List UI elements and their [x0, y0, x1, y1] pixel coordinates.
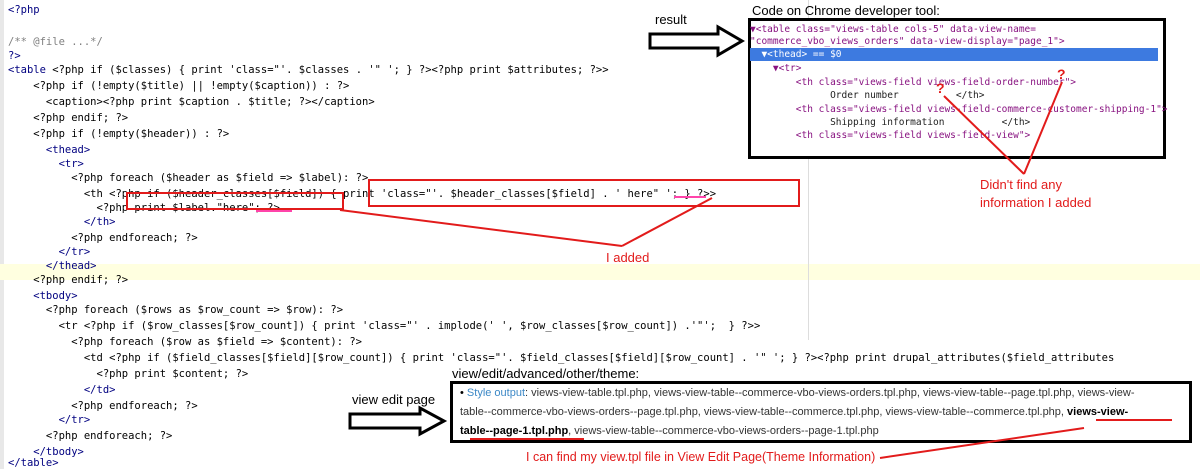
i-added-label: I added: [606, 250, 650, 265]
code-line-18: <?php endif; ?>: [8, 274, 129, 286]
question-mark-2: ?: [936, 80, 945, 96]
view-edit-page-label: view edit page: [352, 392, 436, 407]
code-line-6: <caption><?php print $caption . $title; …: [8, 96, 375, 108]
devtools-line-2: "commerce_vbo_views_orders" data-view-di…: [750, 36, 1065, 47]
devtools-line-3[interactable]: ▼<thead> == $0: [750, 48, 841, 61]
code-line-23: <td <?php if ($field_classes[$field][$ro…: [8, 352, 1115, 364]
devtools-line-7[interactable]: <th class="views-field views-field-comme…: [750, 103, 1168, 116]
code-line-4-tag: <table: [8, 64, 53, 76]
bullet: •: [460, 387, 467, 399]
code-line-1: <?php: [8, 4, 40, 16]
current-line-highlight: [0, 264, 1200, 280]
devtool-title: Code on Chrome developer tool:: [752, 3, 940, 18]
code-line-4-php: <?php if ($classes) { print 'class="'. $…: [52, 64, 609, 76]
question-mark-1: ?: [1057, 66, 1066, 82]
code-line-21: <tr <?php if ($row_classes[$row_count]) …: [8, 320, 761, 332]
code-line-11: <?php foreach ($header as $field => $lab…: [8, 172, 369, 184]
devtools-tree: ▼<table class="views-table cols-5" data-…: [750, 21, 1168, 153]
result-label: result: [655, 12, 687, 27]
editor-gutter: [0, 0, 4, 469]
code-line-28: <?php endforeach; ?>: [8, 430, 173, 442]
added-label-box: [126, 192, 344, 210]
not-found-line-2: information I added: [980, 195, 1092, 210]
devtools-line-9[interactable]: <th class="views-field views-field-view"…: [750, 129, 1031, 142]
style-output-link[interactable]: Style output: [467, 387, 525, 399]
devtools-line-5[interactable]: <th class="views-field views-field-order…: [750, 76, 1076, 89]
devtools-line-6: Order number </th>: [750, 90, 985, 101]
code-line-4: <table <?php if ($classes) { print 'clas…: [8, 62, 609, 78]
code-line-22: <?php foreach ($row as $field => $conten…: [8, 336, 363, 348]
devtools-line-8: Shipping information </th>: [750, 117, 1031, 128]
code-line-14: </th>: [8, 216, 116, 228]
added-class-box: [368, 179, 800, 207]
code-line-24: <?php print $content; ?>: [8, 368, 249, 380]
files-part-1: : views-view-table.tpl.php, views-view-t…: [525, 387, 1135, 399]
files-part-2: table--commerce-vbo-views-orders--page.t…: [460, 406, 1068, 418]
devtools-line-4[interactable]: ▼<tr>: [750, 62, 802, 75]
code-line-27: </tr>: [8, 414, 91, 426]
found-file-label: I can find my view.tpl file in View Edit…: [526, 450, 876, 464]
code-line-30: </table>: [8, 457, 59, 469]
code-line-20: <?php foreach ($rows as $row_count => $r…: [8, 304, 344, 316]
files-part-3: , views-view-table--commerce-vbo-views-o…: [568, 425, 879, 437]
theme-info-text: • Style output: views-view-table.tpl.php…: [452, 382, 1188, 438]
code-line-25: </td>: [8, 384, 116, 396]
code-line-2: /** @file ...*/: [8, 36, 103, 48]
files-part-3-bold: table--page-1.tpl.php: [460, 425, 569, 437]
code-line-5: <?php if (!empty($title) || !empty($capt…: [8, 80, 350, 92]
code-line-8: <?php if (!empty($header)) : ?>: [8, 128, 230, 140]
theme-title: view/edit/advanced/other/theme:: [452, 366, 640, 381]
code-line-7: <?php endif; ?>: [8, 112, 129, 124]
not-found-line-1: Didn't find any: [980, 177, 1062, 192]
files-part-2-bold: views-view-: [1067, 406, 1129, 418]
